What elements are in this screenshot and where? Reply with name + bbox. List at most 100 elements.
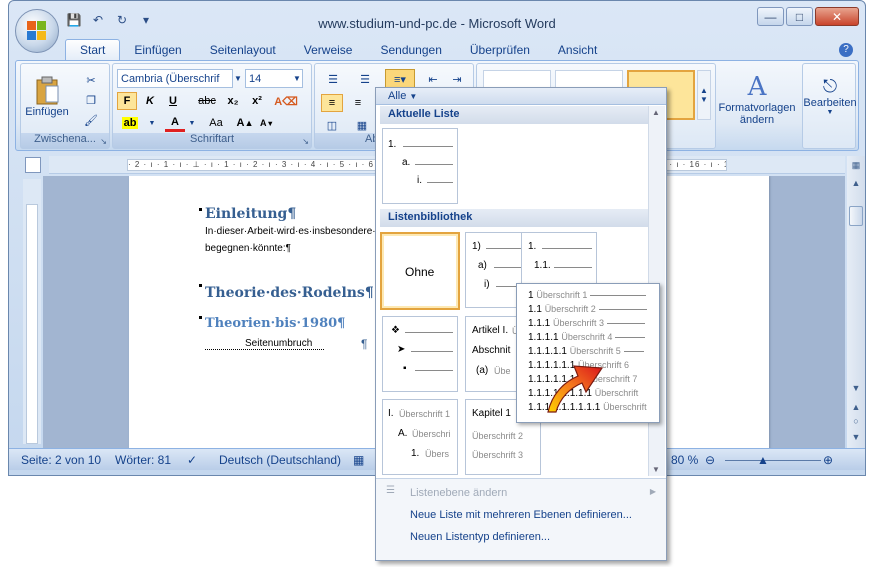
multilevel-list-icon[interactable]: ≡▾ bbox=[385, 69, 415, 89]
change-case-icon[interactable]: Aa bbox=[205, 114, 227, 132]
heading-theorie-rodeln[interactable]: Theorie·des·Rodelns¶ bbox=[205, 285, 374, 301]
change-styles-icon: A bbox=[747, 72, 767, 102]
highlight-icon[interactable]: ab bbox=[117, 114, 143, 132]
preview-number: 1.1 bbox=[528, 304, 542, 315]
group-editing: ⎋ Bearbeiten ▼ bbox=[802, 63, 857, 149]
tab-verweise[interactable]: Verweise bbox=[290, 40, 367, 61]
align-left-icon[interactable]: ≡ bbox=[321, 94, 343, 112]
subscript-button[interactable]: x₂ bbox=[223, 92, 243, 110]
editing-button[interactable]: ⎋ Bearbeiten ▼ bbox=[803, 68, 857, 124]
font-size-dropdown-icon[interactable]: ▼ bbox=[292, 70, 302, 87]
level-label: 1. bbox=[411, 448, 420, 459]
font-color-dropdown-icon[interactable]: ▼ bbox=[187, 114, 197, 132]
copy-icon[interactable]: ❐ bbox=[81, 92, 101, 108]
styles-more-icon[interactable]: ▲ ▼ bbox=[697, 70, 711, 120]
zoom-thumb-icon[interactable]: ▲ bbox=[757, 453, 769, 467]
tab-sendungen[interactable]: Sendungen bbox=[366, 40, 455, 61]
underline-button[interactable]: U bbox=[163, 92, 183, 110]
italic-button[interactable]: K bbox=[140, 92, 160, 110]
clipboard-icon bbox=[36, 76, 59, 105]
status-words[interactable]: Wörter: 81 bbox=[115, 453, 171, 467]
increase-indent-icon[interactable]: ⇥ bbox=[447, 70, 467, 88]
font-name-select[interactable]: Cambria (Überschrif bbox=[117, 69, 233, 88]
borders-icon[interactable]: ▦ bbox=[351, 116, 373, 134]
tab-ueberpruefen[interactable]: Überprüfen bbox=[456, 40, 544, 61]
scroll-thumb[interactable] bbox=[849, 206, 863, 226]
status-page[interactable]: Seite: 2 von 10 bbox=[21, 453, 101, 467]
dialog-launcher-icon[interactable]: ↘ bbox=[100, 137, 107, 146]
ruler-toggle-icon[interactable]: ▦ bbox=[849, 158, 863, 172]
strikethrough-button[interactable]: abc bbox=[195, 92, 219, 110]
close-button[interactable]: ✕ bbox=[815, 7, 859, 26]
highlight-dropdown-icon[interactable]: ▼ bbox=[147, 114, 157, 132]
level-label: I. bbox=[388, 408, 394, 419]
scroll-up-icon[interactable]: ▲ bbox=[849, 176, 863, 190]
cut-icon[interactable]: ✂ bbox=[81, 72, 101, 88]
browse-object-icon[interactable]: ○ bbox=[849, 414, 863, 428]
list-filter[interactable]: Alle ▼ bbox=[376, 88, 666, 105]
paragraph-mark-icon bbox=[199, 284, 202, 287]
menu-define-list-style[interactable]: Neuen Listentyp definieren... bbox=[410, 531, 550, 543]
menu-change-list-level[interactable]: Listenebene ändern bbox=[410, 487, 507, 499]
shrink-font-button[interactable]: A ▼ bbox=[257, 114, 277, 132]
vertical-ruler[interactable] bbox=[23, 179, 41, 444]
dropdown-scroll-down-icon[interactable]: ▼ bbox=[652, 465, 660, 474]
paragraph-line-1[interactable]: In·dieser·Arbeit·wird·es·insbesondere· bbox=[205, 226, 376, 237]
zoom-slider[interactable] bbox=[725, 460, 821, 461]
preview-text: Überschrift 1 bbox=[536, 290, 588, 300]
list-tile-roman-headings[interactable]: I. Überschrift 1 A. Überschri 1. Übers bbox=[382, 399, 458, 475]
scroll-down-icon[interactable]: ▼ bbox=[849, 381, 863, 395]
list-tile-none[interactable]: Ohne bbox=[380, 232, 460, 310]
shading-icon[interactable]: ◫ bbox=[321, 116, 343, 134]
minimize-button[interactable]: — bbox=[757, 7, 784, 26]
proofing-icon[interactable]: ✓ bbox=[187, 453, 197, 467]
superscript-button[interactable]: x² bbox=[247, 92, 267, 110]
status-zoom[interactable]: 80 % bbox=[671, 453, 698, 467]
zoom-out-icon[interactable]: ⊖ bbox=[705, 453, 715, 467]
tab-einfuegen[interactable]: Einfügen bbox=[120, 40, 195, 61]
list-tile-bullets[interactable]: ❖ ➤ ▪ bbox=[382, 316, 458, 392]
tab-start[interactable]: Start bbox=[65, 39, 121, 61]
tile-none-label: Ohne bbox=[405, 265, 435, 279]
macro-icon[interactable]: ▦ bbox=[353, 453, 364, 467]
office-button[interactable] bbox=[15, 9, 59, 53]
font-name-dropdown-icon[interactable]: ▼ bbox=[233, 70, 243, 87]
decrease-indent-icon[interactable]: ⇤ bbox=[423, 70, 443, 88]
dialog-launcher-icon[interactable]: ↘ bbox=[302, 137, 309, 146]
group-label-clipboard: Zwischena... bbox=[21, 133, 109, 148]
grow-font-button[interactable]: A ▲ bbox=[235, 114, 255, 132]
list-tile-current[interactable]: 1. a. i. bbox=[382, 128, 458, 204]
maximize-button[interactable]: □ bbox=[786, 7, 813, 26]
page-break[interactable]: Seitenumbruch bbox=[205, 338, 325, 350]
tab-seitenlayout[interactable]: Seitenlayout bbox=[196, 40, 290, 61]
help-icon[interactable]: ? bbox=[839, 43, 853, 57]
tab-ansicht[interactable]: Ansicht bbox=[544, 40, 611, 61]
vertical-scrollbar[interactable]: ▦ ▲ ▼ ▲ ○ ▼ bbox=[847, 156, 865, 448]
level-line bbox=[415, 370, 453, 371]
clear-formatting-icon[interactable]: A⌫ bbox=[273, 92, 299, 110]
heading-einleitung[interactable]: Einleitung¶ bbox=[205, 206, 296, 222]
preview-text: Überschrift 3 bbox=[553, 318, 605, 328]
previous-page-icon[interactable]: ▲ bbox=[849, 400, 863, 414]
next-page-icon[interactable]: ▼ bbox=[849, 430, 863, 444]
align-center-icon[interactable]: ≡ bbox=[347, 94, 369, 112]
change-styles-button[interactable]: A Formatvorlagen ändern bbox=[718, 67, 796, 131]
tab-selector-icon[interactable] bbox=[25, 157, 41, 173]
bold-button[interactable]: F bbox=[117, 92, 137, 110]
format-painter-icon[interactable]: 🖌 bbox=[81, 112, 101, 128]
paste-button[interactable]: Einfügen bbox=[25, 68, 69, 126]
status-language[interactable]: Deutsch (Deutschland) bbox=[219, 453, 341, 467]
dropdown-scroll-up-icon[interactable]: ▲ bbox=[652, 108, 660, 117]
numbering-icon[interactable]: ☰ bbox=[353, 70, 377, 88]
font-color-icon[interactable]: A bbox=[165, 114, 185, 132]
level-line bbox=[542, 248, 592, 249]
zoom-in-icon[interactable]: ⊕ bbox=[823, 453, 833, 467]
bullets-icon[interactable]: ☰ bbox=[321, 70, 345, 88]
grow-font-label: A bbox=[236, 117, 245, 129]
level-caption: Übers bbox=[425, 449, 450, 459]
pointer-arrow-icon bbox=[547, 365, 604, 413]
paragraph-line-2[interactable]: begegnen·könnte:¶ bbox=[205, 243, 291, 254]
heading-theorien-1980[interactable]: Theorien·bis·1980¶ bbox=[205, 316, 345, 331]
group-font: Cambria (Überschrif ▼ 14 ▼ F K U abc x₂ … bbox=[112, 63, 312, 149]
menu-define-multilevel-list[interactable]: Neue Liste mit mehreren Ebenen definiere… bbox=[410, 509, 632, 521]
